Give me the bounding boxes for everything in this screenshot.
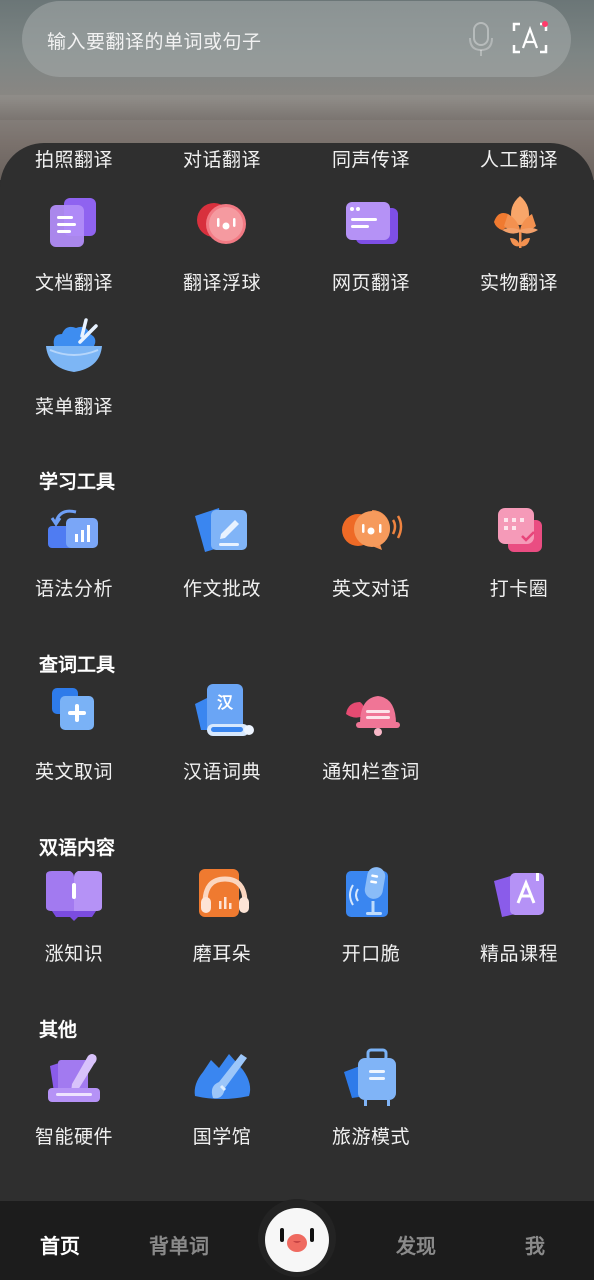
open-book-icon <box>46 871 102 921</box>
rice-bowl-icon <box>46 318 102 372</box>
tab-discover[interactable]: 发现 <box>396 1230 436 1259</box>
section-title-bilingual-content: 双语内容 <box>39 837 116 859</box>
flower-icon <box>494 196 538 248</box>
chat-voice-icon <box>342 510 403 550</box>
tool-label: 旅游模式 <box>331 1126 410 1148</box>
bell-icon <box>346 696 400 736</box>
text-scan-icon[interactable] <box>512 21 548 55</box>
tool-label: 网页翻译 <box>331 272 410 294</box>
tool-photo-translate[interactable]: 拍照翻译 <box>0 145 148 172</box>
tool-label: 同声传译 <box>331 149 410 171</box>
mascot-center-button[interactable] <box>258 1190 336 1280</box>
tool-label: 菜单翻译 <box>34 396 113 418</box>
tool-label: 精品课程 <box>479 943 558 965</box>
brush-mountain-icon <box>194 1054 251 1099</box>
svg-text:汉: 汉 <box>217 693 234 712</box>
tool-label: 语法分析 <box>34 578 113 600</box>
quick-translate-row: 拍照翻译 对话翻译 同声传译 人工翻译 <box>0 145 594 175</box>
essay-pen-icon <box>195 508 247 552</box>
section-title-others: 其他 <box>39 1019 78 1041</box>
section-title-lookup-tools: 查词工具 <box>39 654 116 676</box>
smart-pen-icon <box>48 1054 100 1102</box>
tool-label: 打卡圈 <box>489 578 549 600</box>
tool-label: 通知栏查词 <box>322 761 420 783</box>
luggage-icon <box>344 1048 396 1106</box>
add-word-icon <box>52 688 94 730</box>
mascot-face-icon <box>265 1208 329 1272</box>
tool-simultaneous-interpretation[interactable]: 同声传译 <box>297 145 445 172</box>
notification-dot <box>542 21 548 27</box>
tool-label: 实物翻译 <box>479 272 558 294</box>
grammar-chart-icon <box>48 509 98 548</box>
tool-label: 作文批改 <box>182 578 261 600</box>
calendar-check-icon <box>498 508 542 552</box>
tool-label: 开口脆 <box>341 943 401 965</box>
course-card-icon <box>494 873 544 917</box>
tool-label: 涨知识 <box>44 943 104 965</box>
tab-me[interactable]: 我 <box>525 1230 545 1259</box>
tool-label: 国学馆 <box>192 1126 252 1148</box>
tool-label: 人工翻译 <box>479 149 558 171</box>
headphones-icon <box>199 869 249 917</box>
section-title-learning-tools: 学习工具 <box>39 471 116 493</box>
tab-vocabulary[interactable]: 背单词 <box>149 1230 209 1259</box>
tool-label: 英文对话 <box>331 578 410 600</box>
chinese-dictionary-icon: 汉 <box>195 684 254 736</box>
tab-home[interactable]: 首页 <box>40 1230 80 1259</box>
tool-label: 翻译浮球 <box>182 272 261 294</box>
document-icon <box>50 198 96 247</box>
tool-label: 磨耳朵 <box>192 943 252 965</box>
search-input[interactable]: 输入要翻译的单词或句子 <box>47 27 262 54</box>
tool-label: 拍照翻译 <box>34 149 113 171</box>
search-bar[interactable]: 输入要翻译的单词或句子 <box>22 1 571 77</box>
tool-dialogue-translate[interactable]: 对话翻译 <box>148 145 296 172</box>
tool-label: 智能硬件 <box>34 1126 113 1148</box>
microphone-icon[interactable] <box>467 21 495 57</box>
tool-label: 汉语词典 <box>182 761 261 783</box>
tool-label: 英文取词 <box>34 761 113 783</box>
microphone-card-icon <box>346 867 388 917</box>
tool-human-translate[interactable]: 人工翻译 <box>445 145 593 172</box>
tool-label: 文档翻译 <box>34 272 113 294</box>
tool-label: 对话翻译 <box>182 149 261 171</box>
floating-ball-icon <box>197 203 246 244</box>
webpage-icon <box>346 202 398 244</box>
